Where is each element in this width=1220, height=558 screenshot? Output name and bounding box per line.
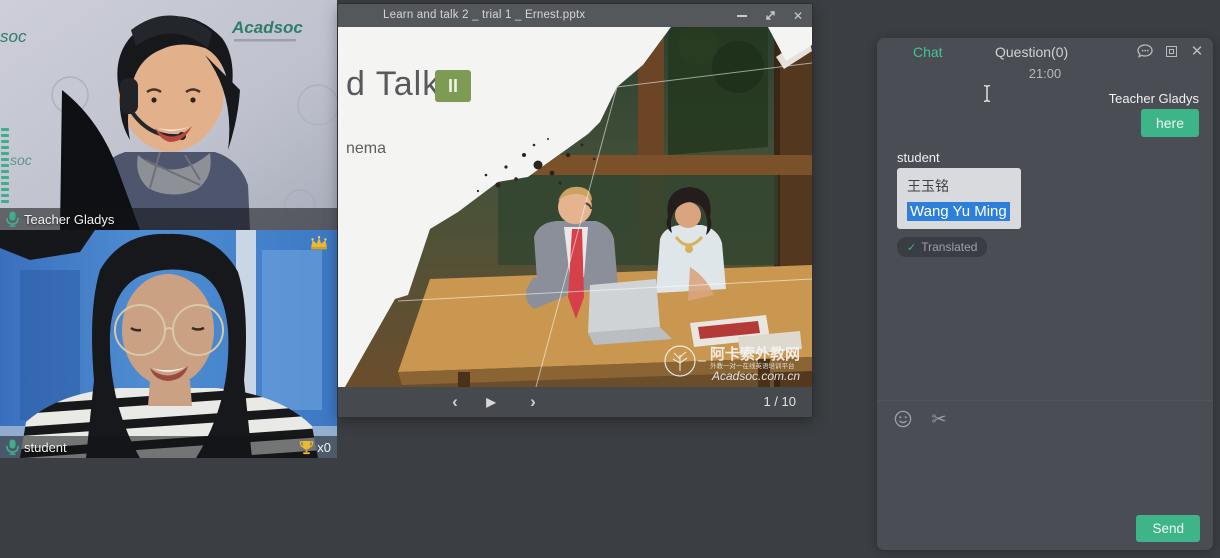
prev-slide-button[interactable]: ‹ [442, 387, 468, 417]
ppt-titlebar[interactable]: Learn and talk 2 _ trial 1 _ Ernest.pptx… [338, 4, 812, 27]
send-button[interactable]: Send [1136, 515, 1200, 542]
audio-meter-segment [1, 182, 9, 185]
close-chat-icon[interactable]: ✕ [1189, 43, 1205, 59]
translated-label: Translated [921, 240, 977, 254]
audio-meter-segment [1, 134, 9, 137]
message-original-text: 王玉铭 [907, 176, 1011, 196]
tab-chat[interactable]: Chat [913, 44, 943, 60]
audio-meter-segment [1, 140, 9, 143]
teacher-message-bubble[interactable]: here [1141, 109, 1199, 137]
chat-header: Chat Question(0) ✕ [877, 38, 1213, 68]
minimize-button[interactable] [734, 8, 750, 24]
student-video-feed[interactable]: student x0 [0, 230, 337, 458]
app-window: soc Acadsoc soc [0, 0, 1220, 558]
slide-level-badge: II [435, 70, 471, 102]
maximize-button[interactable] [762, 8, 778, 24]
audio-meter-segment [1, 128, 9, 131]
watermark-cn-text: 阿卡索外教网 [710, 345, 800, 363]
message-translated-text-selected[interactable]: Wang Yu Ming [907, 202, 1010, 221]
next-slide-button[interactable]: › [520, 387, 546, 417]
chat-input-area[interactable]: ✂ Send [877, 400, 1213, 550]
audio-meter-segment [1, 194, 9, 197]
chat-panel: Chat Question(0) ✕ 21:00 [877, 38, 1213, 550]
ppt-window-title: Learn and talk 2 _ trial 1 _ Ernest.pptx [383, 4, 585, 27]
reward-count-label: x0 [317, 440, 331, 455]
brand-text: Acadsoc [231, 18, 303, 37]
audio-meter-segment [1, 170, 9, 173]
slide-canvas[interactable]: 阿卡索外教网 外教一对一在线英语培训平台 Acadsoc.com.cn d Ta… [338, 27, 812, 387]
audio-meter-segment [1, 188, 9, 191]
audio-meter-segment [1, 176, 9, 179]
page-indicator: 1 / 10 [763, 387, 796, 417]
chat-bubble-icon[interactable] [1137, 43, 1153, 59]
audio-meter-segment [1, 152, 9, 155]
expand-icon [765, 10, 776, 21]
ppt-nav-bar: ‹ ▶ › 1 / 10 [338, 387, 812, 417]
student-name-label: student [24, 440, 67, 455]
audio-meter-segment [1, 200, 9, 203]
audio-level-meter [1, 128, 9, 203]
student-video-scene [0, 230, 337, 458]
audio-meter-segment [1, 146, 9, 149]
teacher-video-scene: soc Acadsoc soc [0, 0, 337, 230]
student-label-bar: student x0 [0, 436, 337, 458]
trophy-icon [299, 440, 314, 455]
slide-subtitle-text: nema [346, 140, 386, 158]
check-icon: ✓ [907, 241, 916, 254]
audio-meter-segment [1, 164, 9, 167]
popout-window-icon[interactable] [1163, 43, 1179, 59]
microphone-icon [6, 439, 19, 455]
emoji-icon[interactable] [893, 409, 913, 429]
audio-meter-segment [1, 158, 9, 161]
text-cursor [981, 84, 993, 108]
chat-timestamp: 21:00 [877, 66, 1213, 81]
tab-question[interactable]: Question(0) [995, 44, 1068, 60]
brand-partial-text: soc [0, 27, 27, 46]
teacher-video-feed[interactable]: soc Acadsoc soc [0, 0, 337, 230]
close-button[interactable]: ✕ [790, 8, 806, 24]
teacher-label-bar: Teacher Gladys [0, 208, 337, 230]
microphone-icon [6, 211, 19, 227]
watermark-en-text: Acadsoc.com.cn [711, 369, 800, 383]
screenshot-scissors-icon[interactable]: ✂ [929, 409, 949, 429]
student-message-bubble[interactable]: 王玉铭 Wang Yu Ming [897, 168, 1021, 229]
play-button[interactable]: ▶ [478, 387, 504, 417]
message-sender-teacher: Teacher Gladys [1109, 91, 1199, 106]
ppt-window: Learn and talk 2 _ trial 1 _ Ernest.pptx… [338, 4, 812, 417]
slide-title-text: d Talk [346, 65, 440, 104]
message-sender-student: student [897, 150, 940, 165]
brand-partial-text-2: soc [10, 152, 32, 168]
translated-badge: ✓ Translated [897, 237, 987, 257]
crown-icon [309, 235, 329, 251]
teacher-name-label: Teacher Gladys [24, 212, 114, 227]
